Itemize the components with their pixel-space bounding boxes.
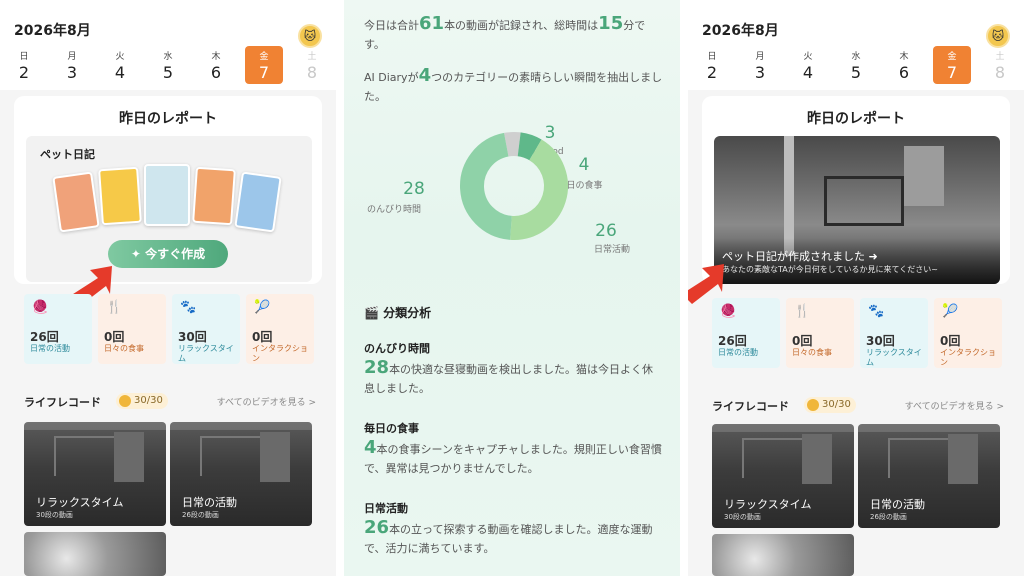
donut-value-label: 3 xyxy=(545,123,556,143)
create-now-button[interactable]: ✦ 今すぐ作成 xyxy=(108,240,228,268)
section-title-activity: 日常活動 xyxy=(364,502,408,515)
day-wed[interactable]: 水5 xyxy=(837,46,875,84)
arrow-right-circle-icon: ➜ xyxy=(868,250,878,263)
day-tue[interactable]: 火4 xyxy=(789,46,827,84)
right-screen: 2026年8月 🐱 日2 月3 火4 水5 木6 金7 土8 昨日のレポート ペ… xyxy=(688,0,1024,576)
week-day-strip: 日2 月3 火4 水5 木6 金7 土8 xyxy=(0,46,336,86)
day-sat-disabled: 土8 xyxy=(994,52,1006,82)
day-fri-selected[interactable]: 金7 xyxy=(245,46,283,84)
day-tue[interactable]: 火4 xyxy=(101,46,139,84)
diary-card-illustration xyxy=(52,171,100,233)
summary-categories: AI Diaryが4つのカテゴリーの素晴らしい瞬間を抽出しました。 xyxy=(364,65,663,103)
pet-diary-label: ペット日記 xyxy=(40,148,95,161)
view-all-videos-link[interactable]: すべてのビデオを見る > xyxy=(905,399,1004,412)
life-record-header: ライフレコード 30/30 すべてのビデオを見る > xyxy=(24,392,316,412)
day-mon[interactable]: 月3 xyxy=(53,46,91,84)
donut-slice xyxy=(510,139,568,240)
video-thumb-next[interactable] xyxy=(712,534,854,576)
stat-daily-activity[interactable]: 🧶 26回 日常の活動 xyxy=(24,294,92,364)
utensils-icon: 🍴 xyxy=(794,304,811,319)
yesterday-report-card: 昨日のレポート ペット日記 ✦ 今すぐ作成 xyxy=(14,96,322,284)
paw-icon: 🐾 xyxy=(868,304,885,319)
day-fri-selected[interactable]: 金7 xyxy=(933,46,971,84)
life-record-title: ライフレコード xyxy=(712,400,789,413)
diary-card-illustration xyxy=(234,171,282,233)
day-wed[interactable]: 水5 xyxy=(149,46,187,84)
utensils-icon: 🍴 xyxy=(106,300,123,315)
section-body-activity: 26本の立って探索する動画を確認しました。適度な運動で、活力に満ちています。 xyxy=(364,517,653,555)
stats-row: 🧶 26回 日常の活動 🍴 0回 日々の食事 🐾 30回 リラックスタイム 🎾 … xyxy=(24,294,316,366)
stat-interaction[interactable]: 🎾 0回 インタラクション xyxy=(246,294,314,364)
stat-daily-meals[interactable]: 🍴 0回 日々の食事 xyxy=(786,298,854,368)
donut-value-label: 28 xyxy=(403,179,425,199)
section-title-relax: のんびり時間 xyxy=(364,342,430,355)
life-record-title: ライフレコード xyxy=(24,396,101,409)
video-thumb-activity[interactable]: 日常の活動 26段の動画 xyxy=(858,424,1000,528)
section-body-relax: 28本の快適な昼寝動画を検出しました。猫は今日よく休息しました。 xyxy=(364,357,654,395)
video-thumb-relax[interactable]: リラックスタイム 30段の動画 xyxy=(712,424,854,528)
donut-value-label: 26 xyxy=(595,221,617,241)
summary-total: 今日は合計61本の動画が記録され、総時間は15分です。 xyxy=(364,13,646,51)
stats-row: 🧶 26回 日常の活動 🍴 0回 日々の食事 🐾 30回 リラックスタイム 🎾 … xyxy=(712,298,1004,370)
stat-daily-activity[interactable]: 🧶 26回 日常の活動 xyxy=(712,298,780,368)
day-thu[interactable]: 木6 xyxy=(197,46,235,84)
middle-screen: 今日は合計61本の動画が記録され、総時間は15分です。 AI Diaryが4つの… xyxy=(344,0,680,576)
life-record-count-badge: 30/30 xyxy=(804,397,856,413)
week-day-strip: 日2 月3 火4 水5 木6 金7 土8 xyxy=(688,46,1024,86)
calendar-header: 2026年8月 🐱 日2 月3 火4 水5 木6 金7 土8 xyxy=(688,0,1024,90)
day-sun[interactable]: 日2 xyxy=(5,46,43,84)
video-thumb-relax[interactable]: リラックスタイム 30段の動画 xyxy=(24,422,166,526)
video-thumb-next[interactable] xyxy=(24,532,166,576)
toy-icon: 🎾 xyxy=(254,300,271,315)
section-title-meals: 毎日の食事 xyxy=(364,422,419,435)
calendar-month-title: 2026年8月 xyxy=(702,23,779,39)
report-title: 昨日のレポート xyxy=(119,111,217,127)
life-record-count-badge: 30/30 xyxy=(116,393,168,409)
donut-slice xyxy=(517,132,542,161)
diary-card-illustration xyxy=(144,164,190,226)
toy-icon: 🎾 xyxy=(942,304,959,319)
stat-interaction[interactable]: 🎾 0回 インタラクション xyxy=(934,298,1002,368)
cat-avatar-icon[interactable]: 🐱 xyxy=(298,24,322,48)
cat-avatar-icon[interactable]: 🐱 xyxy=(986,24,1010,48)
donut-svg: 3out_food4毎日の食事26日常活動28のんびり時間 xyxy=(367,123,630,255)
day-mon[interactable]: 月3 xyxy=(741,46,779,84)
analysis-heading: 🎬 分類分析 xyxy=(364,306,432,320)
report-title: 昨日のレポート xyxy=(807,111,905,127)
donut-category-label: のんびり時間 xyxy=(367,204,421,215)
diary-card-stack xyxy=(52,164,286,233)
life-record-header: ライフレコード 30/30 すべてのビデオを見る > xyxy=(712,396,1004,416)
donut-slice xyxy=(504,132,521,157)
clapperboard-icon: 🎬 xyxy=(364,306,379,320)
diary-card-illustration xyxy=(98,166,142,226)
video-thumb-activity[interactable]: 日常の活動 26段の動画 xyxy=(170,422,312,526)
calendar-month-title: 2026年8月 xyxy=(14,23,91,39)
pet-diary-box: ペット日記 ✦ 今すぐ作成 xyxy=(26,136,312,282)
left-screen: 2026年8月 🐱 日2 月3 火4 水5 木6 金7 土8 昨日のレポート ペ… xyxy=(0,0,336,576)
donut-category-label: 日常活動 xyxy=(594,243,630,255)
section-body-meals: 4本の食事シーンをキャプチャしました。規則正しい食習慣で、異常は見つかりませんで… xyxy=(364,437,662,475)
stat-daily-meals[interactable]: 🍴 0回 日々の食事 xyxy=(98,294,166,364)
day-sun[interactable]: 日2 xyxy=(693,46,731,84)
donut-slice xyxy=(460,132,513,240)
ball-icon: 🧶 xyxy=(720,304,737,319)
paw-icon: 🐾 xyxy=(180,300,197,315)
day-sat-disabled: 土8 xyxy=(306,52,318,82)
diary-card-illustration xyxy=(192,166,236,226)
yesterday-report-card: 昨日のレポート ペット日記が作成されました ➜ あなたの素敵なTAが今日何をして… xyxy=(702,96,1010,284)
pet-diary-created-banner[interactable]: ペット日記が作成されました ➜ あなたの素敵なTAが今日何をしているか見に来てく… xyxy=(714,136,1000,284)
day-thu[interactable]: 木6 xyxy=(885,46,923,84)
view-all-videos-link[interactable]: すべてのビデオを見る > xyxy=(217,395,316,408)
ball-icon: 🧶 xyxy=(32,300,49,315)
donut-value-label: 4 xyxy=(579,155,590,175)
stat-relax-time[interactable]: 🐾 30回 リラックスタイム xyxy=(172,294,240,364)
stat-relax-time[interactable]: 🐾 30回 リラックスタイム xyxy=(860,298,928,368)
category-donut-chart: 3 out_food 4 毎日の食事 26 日常活動 28 のんびり時間 xyxy=(344,118,680,278)
calendar-header: 2026年8月 🐱 日2 月3 火4 水5 木6 金7 土8 xyxy=(0,0,336,90)
